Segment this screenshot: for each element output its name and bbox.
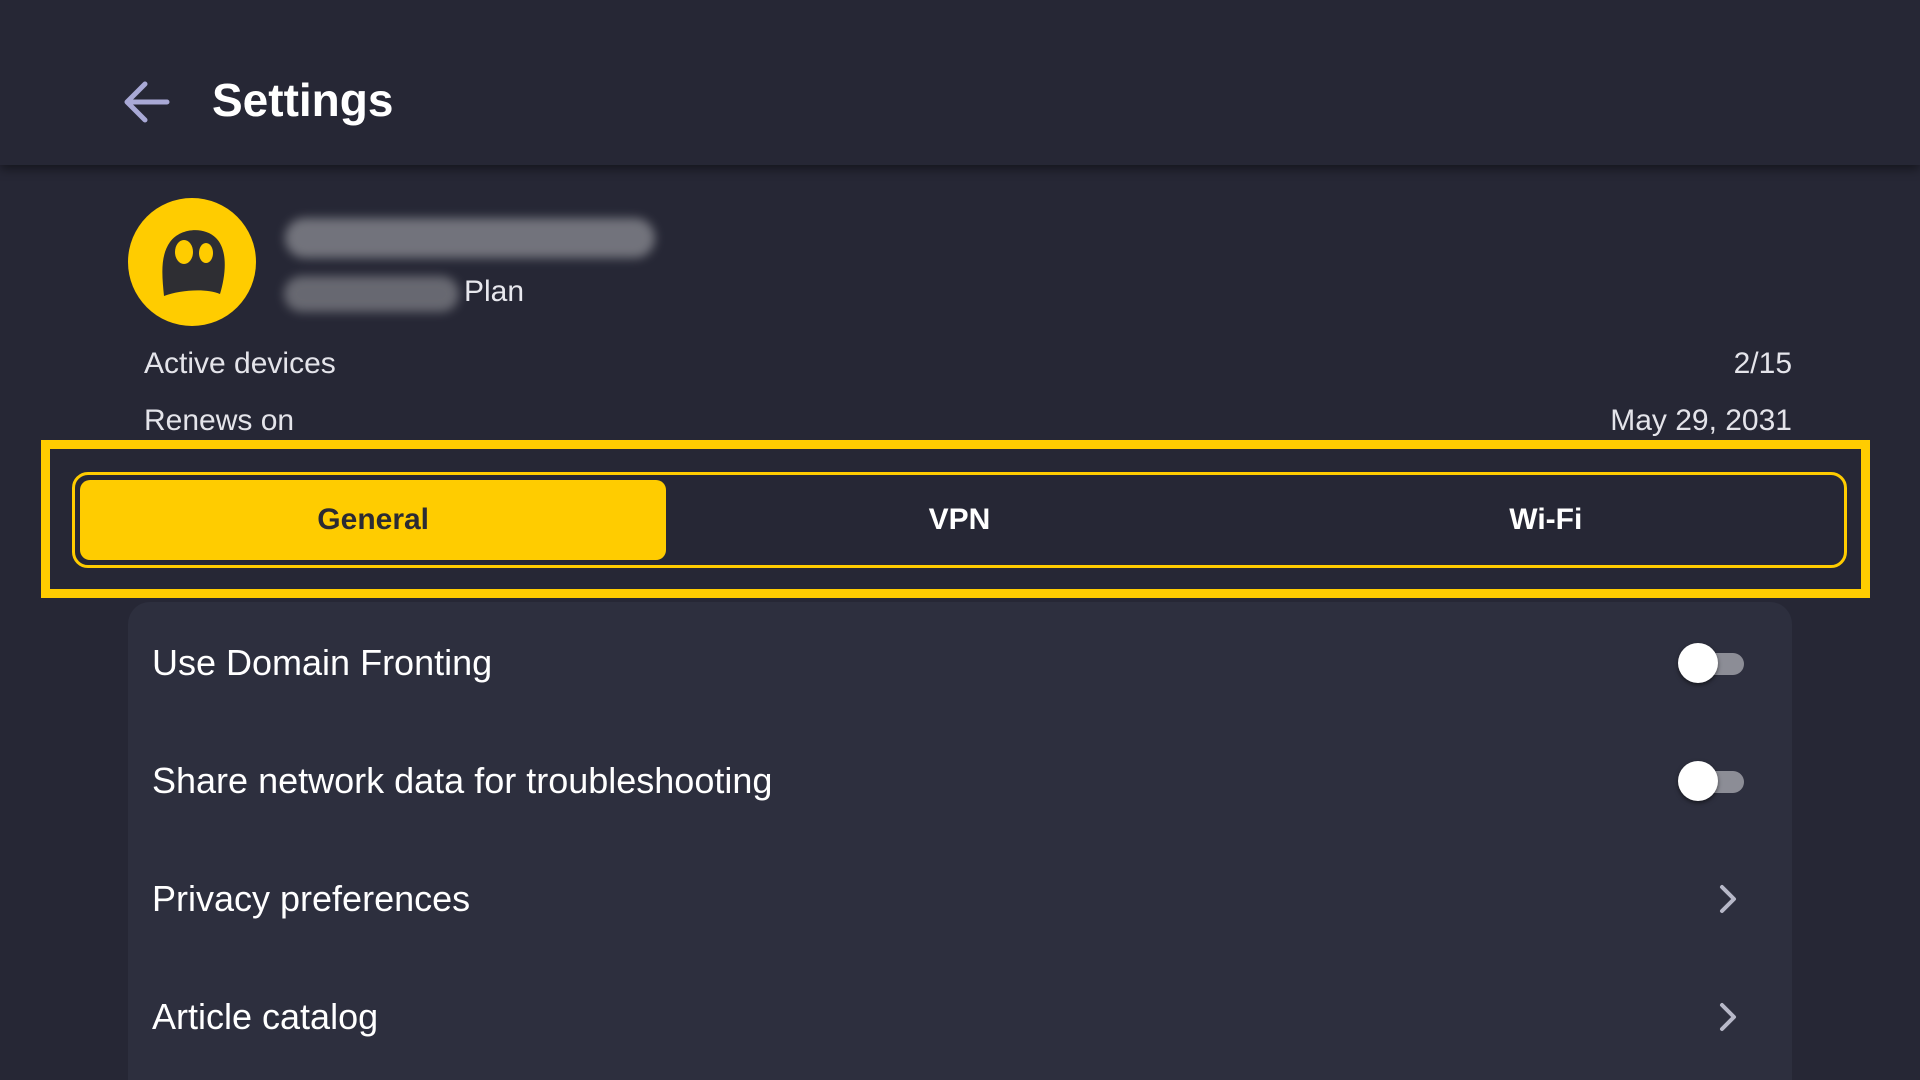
chevron-right-icon xyxy=(1718,1002,1738,1032)
setting-privacy-preferences[interactable]: Privacy preferences xyxy=(128,840,1792,958)
renews-label: Renews on xyxy=(144,404,295,437)
chevron-right-icon xyxy=(1718,884,1738,914)
toggle-thumb xyxy=(1678,761,1718,801)
setting-article-catalog[interactable]: Article catalog xyxy=(128,958,1792,1076)
account-email-redacted xyxy=(285,218,655,258)
tab-wifi[interactable]: Wi-Fi xyxy=(1253,480,1839,560)
arrow-left-icon xyxy=(124,81,170,123)
settings-screen: Settings Plan Active devices 2/15 Renews… xyxy=(0,0,1920,1080)
setting-share-network-data[interactable]: Share network data for troubleshooting xyxy=(128,722,1792,840)
setting-domain-fronting[interactable]: Use Domain Fronting xyxy=(128,604,1792,722)
settings-list: Use Domain Fronting Share network data f… xyxy=(128,602,1792,1080)
setting-label: Article catalog xyxy=(152,996,379,1037)
tab-vpn[interactable]: VPN xyxy=(666,480,1252,560)
settings-tabs: General VPN Wi-Fi xyxy=(72,472,1847,568)
active-devices-value: 2/15 xyxy=(1733,347,1792,380)
plan-name-redacted xyxy=(284,276,459,312)
setting-label: Share network data for troubleshooting xyxy=(152,760,773,801)
tab-general[interactable]: General xyxy=(80,480,667,560)
app-header: Settings xyxy=(0,0,1920,165)
ghost-logo-icon xyxy=(162,230,225,296)
page-title: Settings xyxy=(212,74,394,126)
domain-fronting-toggle[interactable] xyxy=(1678,642,1746,684)
setting-label: Use Domain Fronting xyxy=(152,642,493,683)
setting-label: Privacy preferences xyxy=(152,878,471,919)
active-devices-row: Active devices 2/15 xyxy=(144,344,1792,384)
toggle-thumb xyxy=(1678,643,1718,683)
renews-row: Renews on May 29, 2031 xyxy=(144,401,1792,441)
back-button[interactable] xyxy=(112,72,180,132)
share-network-data-toggle[interactable] xyxy=(1678,760,1746,802)
plan-label: Plan xyxy=(464,275,525,308)
active-devices-label: Active devices xyxy=(144,347,336,380)
renews-value: May 29, 2031 xyxy=(1610,404,1792,437)
avatar xyxy=(128,198,256,326)
